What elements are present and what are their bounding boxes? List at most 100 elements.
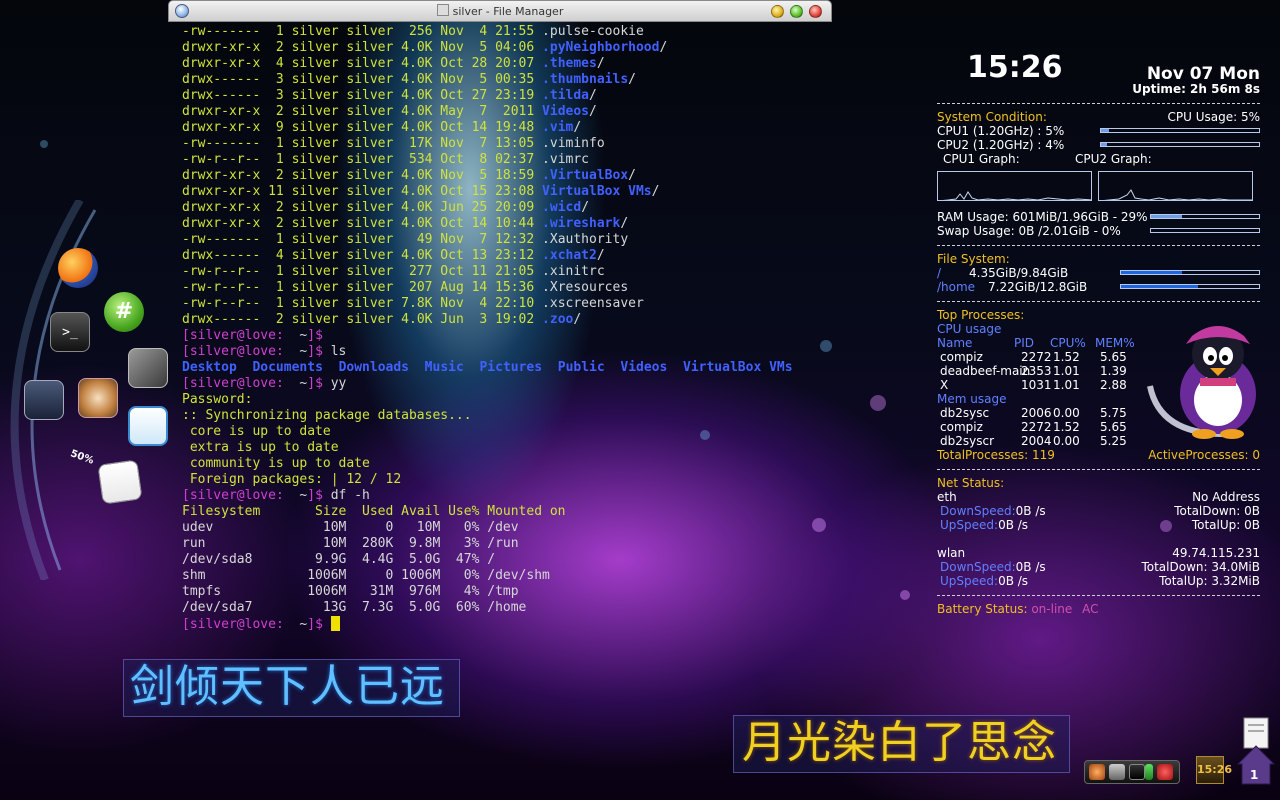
monitor-icon[interactable] (128, 406, 168, 446)
divider (937, 301, 1260, 302)
file-name: .viminfo (542, 136, 605, 151)
file-permissions: drwx------ (182, 88, 261, 103)
ls-gap (667, 360, 683, 375)
inkscape-icon[interactable] (128, 348, 168, 388)
prompt-colon: : (275, 344, 300, 359)
file-metadata: 4 silver silver 4.0K Oct 13 23:12 (260, 248, 543, 263)
terminal-line: /dev/sda8 9.9G 4.4G 5.0G 47% / (182, 552, 808, 568)
total-processes: TotalProcesses: 119 (937, 448, 1055, 462)
workspace-switcher[interactable]: 1 (1236, 716, 1276, 786)
ls-entry: Videos (620, 360, 668, 375)
process-cell: 5.25 (1100, 434, 1127, 448)
prompt-open: [ (182, 328, 190, 343)
terminal-line: [silver@love: ~]$ df -h (182, 488, 808, 504)
terminal-tray-icon[interactable] (1129, 764, 1145, 780)
process-cell: 1.39 (1100, 364, 1127, 378)
notes-icon[interactable] (97, 459, 143, 505)
maximize-button[interactable] (790, 5, 803, 18)
file-metadata: 1 silver silver 49 Nov 7 12:32 (260, 232, 543, 247)
window-manager-icon[interactable] (24, 380, 64, 420)
window-titlebar[interactable]: silver - File Manager (168, 0, 832, 22)
file-permissions: drwxr-xr-x (182, 200, 261, 215)
tray-clock[interactable]: 15:26 (1196, 756, 1232, 784)
prompt-close: ]$ (307, 328, 331, 343)
ls-entry: Music (424, 360, 464, 375)
terminal[interactable]: -rw------- 1 silver silver 256 Nov 4 21:… (182, 24, 808, 632)
eth-total-down: TotalDown: 0B (1174, 504, 1260, 518)
penguin-mascot (1147, 326, 1256, 439)
cpu2-graph (1098, 171, 1253, 201)
shell-icon[interactable] (78, 378, 118, 418)
fs-home-mount: /home (937, 280, 976, 294)
prompt-close: ]$ (307, 376, 331, 391)
wlan-up-label: UpSpeed: (940, 574, 999, 588)
dir-slash: / (596, 56, 605, 71)
eth-total-up: TotalUp: 0B (1191, 518, 1260, 532)
eth-down-speed: 0B /s (1015, 504, 1046, 518)
ram-label: RAM Usage: 601MiB/1.96GiB - 29% (937, 210, 1148, 224)
firefox-icon[interactable] (58, 248, 98, 288)
eth-up-speed: 0B /s (998, 518, 1029, 532)
df-row: udev 10M 0 10M 0% /dev (182, 520, 519, 535)
wlan-down-label: DownSpeed: (940, 560, 1016, 574)
terminal-line: drwx------ 3 silver silver 4.0K Oct 27 2… (182, 88, 808, 104)
file-metadata: 3 silver silver 4.0K Nov 5 00:35 (260, 72, 543, 87)
file-permissions: drwxr-xr-x (182, 168, 261, 183)
audio-icon[interactable] (1109, 764, 1125, 780)
terminal-line: Filesystem Size Used Avail Use% Mounted … (182, 504, 808, 520)
prompt-host: love (244, 488, 276, 503)
cpu1-bar (1100, 128, 1260, 133)
process-cell: 2272 (1021, 420, 1052, 434)
sync-line: extra is up to date (182, 440, 339, 455)
prompt-close: ]$ (307, 488, 331, 503)
system-tray (1084, 760, 1180, 784)
file-permissions: drwxr-xr-x (182, 184, 261, 199)
power-icon[interactable] (1145, 764, 1153, 780)
dir-slash: / (620, 216, 629, 231)
dir-slash: / (628, 168, 636, 183)
file-metadata: 1 silver silver 207 Aug 14 15:36 (260, 280, 543, 295)
date: Nov 07 Mon (1146, 64, 1260, 84)
df-row: run 10M 280K 9.8M 3% /run (182, 536, 519, 551)
file-permissions: drwx------ (182, 248, 261, 263)
prompt-host: love (244, 617, 276, 632)
cpu2-graph-label: CPU2 Graph: (1075, 152, 1152, 166)
process-cell: 2006 (1021, 406, 1052, 420)
terminal-line: [silver@love: ~]$ (182, 616, 808, 632)
process-cell: 0.00 (1053, 434, 1080, 448)
terminal-app-icon[interactable]: >_ (50, 312, 90, 352)
minimize-button[interactable] (771, 5, 784, 18)
close-button[interactable] (809, 5, 822, 18)
top-processes-title: Top Processes: (937, 308, 1025, 322)
file-metadata: 1 silver silver 7.8K Nov 4 22:10 (260, 296, 543, 311)
file-metadata: 1 silver silver 17K Nov 7 13:05 (260, 136, 543, 151)
command: df -h (330, 488, 370, 503)
terminal-line: drwxr-xr-x 2 silver silver 4.0K May 7 20… (182, 104, 808, 120)
prompt-close: ]$ (307, 617, 331, 632)
terminal-line: core is up to date (182, 424, 808, 440)
fs-home-usage: 7.22GiB/12.8GiB (988, 280, 1088, 294)
calligraphy-right: 月光染白了思念 (733, 715, 1070, 773)
dir-slash: / (581, 200, 590, 215)
file-metadata: 2 silver silver 4.0K May 7 2011 (260, 104, 543, 119)
bokeh-light (820, 340, 832, 352)
file-manager-window[interactable]: silver - File Manager (168, 0, 832, 22)
wlan-total-up: TotalUp: 3.32MiB (1159, 574, 1260, 588)
cpu2-label: CPU2 (1.20GHz) : 4% (937, 138, 1065, 152)
chat-icon[interactable]: # (104, 292, 144, 332)
process-cell: 2004 (1021, 434, 1052, 448)
prompt-user: silver (189, 344, 237, 359)
app-tray-icon[interactable] (1157, 764, 1173, 780)
file-metadata: 2 silver silver 4.0K Nov 5 04:06 (260, 40, 543, 55)
network-icon[interactable] (1089, 764, 1105, 780)
prompt-open: [ (182, 376, 190, 391)
file-metadata: 1 silver silver 256 Nov 4 21:55 (260, 24, 543, 39)
process-cell: compiz (940, 420, 983, 434)
process-cell: compiz (940, 350, 983, 364)
terminal-line: community is up to date (182, 456, 808, 472)
terminal-line: drwxr-xr-x 2 silver silver 4.0K Jun 25 2… (182, 200, 808, 216)
calligraphy-left: 剑倾天下人已远 (123, 659, 460, 717)
terminal-line: -rw-r--r-- 1 silver silver 7.8K Nov 4 22… (182, 296, 808, 312)
process-cell: 1.52 (1053, 350, 1080, 364)
dir-slash: / (589, 88, 597, 103)
